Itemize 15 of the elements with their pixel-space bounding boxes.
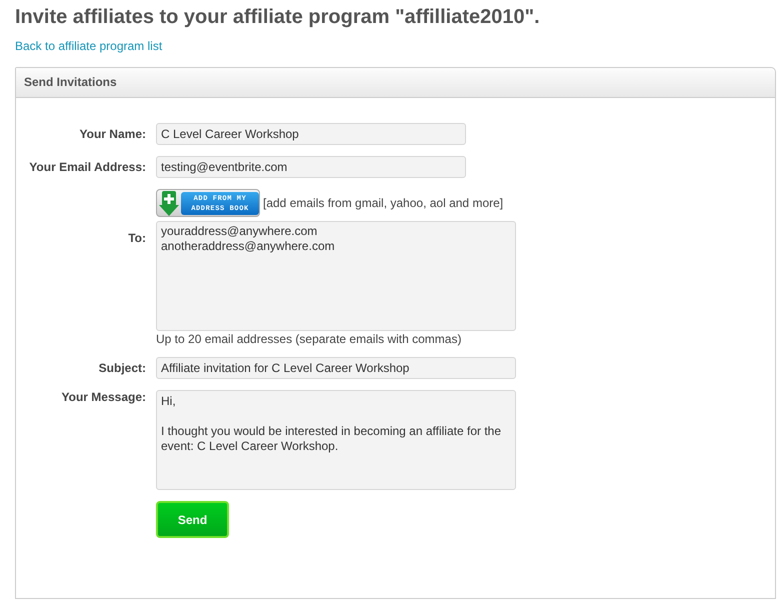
page-title: Invite affiliates to your affiliate program "affilliate2010".: [15, 5, 540, 29]
panel-header: Send Invitations: [16, 68, 775, 98]
field-label: Your Email Address:: [29, 159, 146, 176]
to-hint: Up to 20 email addresses (separate emails with commas): [156, 332, 462, 346]
message-field[interactable]: Hi, I thought you would be interested in becoming an affiliate for the event: C Level Career Workshop.: [156, 390, 516, 490]
address-book-note: [add emails from gmail, yahoo, aol and more]: [263, 195, 504, 212]
field-label: Subject:: [98, 360, 146, 377]
field-label: Your Name:: [80, 126, 146, 143]
name-field[interactable]: C Level Career Workshop: [156, 123, 466, 145]
to-field[interactable]: youraddress@anywhere.com anotheraddress@anywhere.com: [156, 221, 516, 331]
subject-field[interactable]: Affiliate invitation for C Level Career Workshop: [156, 357, 516, 379]
field-label: To:: [128, 230, 146, 246]
plus-arrow-icon: [159, 191, 179, 216]
email-field[interactable]: testing@eventbrite.com: [156, 156, 466, 178]
field-label: Your Message:: [62, 390, 146, 404]
